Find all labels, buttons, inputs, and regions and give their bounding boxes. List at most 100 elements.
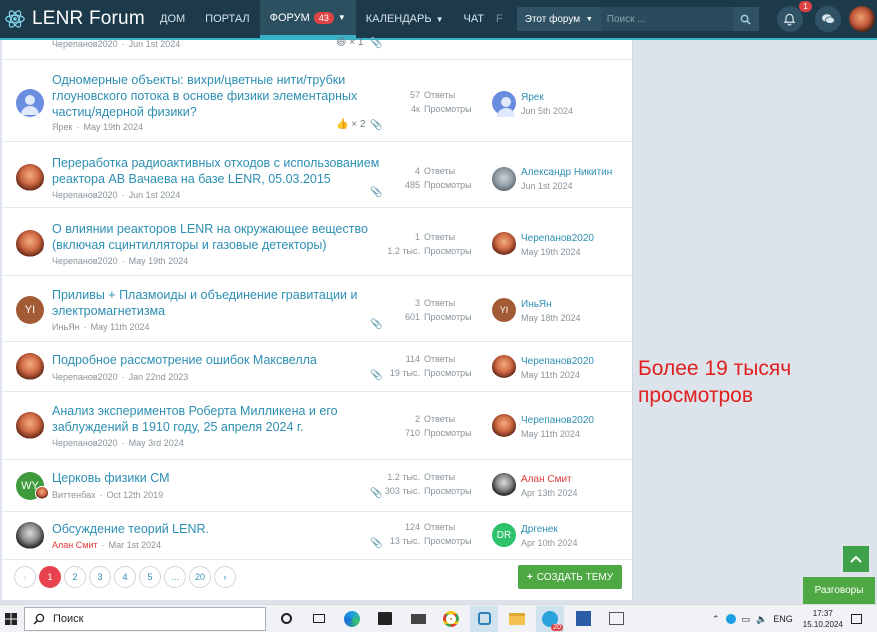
author-avatar[interactable] <box>16 412 44 440</box>
chevron-down-icon[interactable]: ▼ <box>338 13 346 22</box>
last-poster-name[interactable]: Дргенек <box>521 524 558 535</box>
user-avatar[interactable] <box>848 6 875 32</box>
conversations-header-button[interactable] <box>814 6 841 32</box>
task-view-icon[interactable] <box>305 606 333 632</box>
last-poster-avatar[interactable] <box>492 414 516 438</box>
search-button[interactable] <box>732 7 759 31</box>
notification-icon[interactable] <box>850 614 862 624</box>
thread-author[interactable]: Виттенбах <box>52 490 96 500</box>
thread-row[interactable]: Переработка радиоактивных отходов с испо… <box>2 142 633 208</box>
remote-app-icon[interactable] <box>470 605 498 632</box>
nav-forum[interactable]: ФОРУМ 43 ▼ <box>259 0 356 38</box>
store-icon[interactable] <box>371 606 399 632</box>
page-button[interactable]: 5 <box>139 566 161 588</box>
create-thread-button[interactable]: + СОЗДАТЬ ТЕМУ <box>518 565 622 589</box>
last-poster-avatar[interactable]: DR <box>492 523 516 547</box>
reaction-summary[interactable]: 😄 × 1 <box>336 37 363 48</box>
nav-home[interactable]: ДОМ <box>150 0 195 38</box>
last-poster-avatar[interactable] <box>492 167 516 191</box>
chrome-icon[interactable] <box>437 606 465 632</box>
last-poster-name[interactable]: Александр Никитин <box>521 167 612 178</box>
last-poster-avatar[interactable]: YI <box>492 298 516 322</box>
chevron-up-icon[interactable]: ⌃ <box>712 614 720 625</box>
thread-author[interactable]: Алан Смит <box>52 540 98 550</box>
scroll-to-top-button[interactable] <box>843 546 869 572</box>
clock[interactable]: 17:37 15.10.2024 <box>803 608 843 630</box>
thread-author[interactable]: ИньЯн <box>52 322 80 332</box>
co-author-avatar[interactable] <box>35 486 49 500</box>
edge-browser-icon[interactable] <box>338 606 366 632</box>
thread-author[interactable]: Черепанов2020 <box>52 438 118 448</box>
last-poster-avatar[interactable] <box>492 91 516 117</box>
mail-icon[interactable] <box>404 606 432 632</box>
author-avatar[interactable] <box>16 89 44 117</box>
last-post-date[interactable]: May 19th 2024 <box>521 247 581 257</box>
thread-title[interactable]: Анализ экспериментов Роберта Милликена и… <box>52 403 382 435</box>
author-avatar[interactable] <box>16 353 44 381</box>
telegram-icon[interactable]: 20 <box>536 605 564 632</box>
page-button[interactable]: 2 <box>64 566 86 588</box>
thread-author[interactable]: Черепанов2020 <box>52 39 118 49</box>
page-button[interactable]: 3 <box>89 566 111 588</box>
prev-page-button[interactable]: ‹ <box>14 566 36 588</box>
last-poster-name[interactable]: Ярек <box>521 92 544 103</box>
nav-overflow[interactable]: F <box>494 0 509 38</box>
last-poster-avatar[interactable] <box>492 232 516 256</box>
next-page-button[interactable]: › <box>214 566 236 588</box>
page-ellipsis-button[interactable]: … <box>164 566 186 588</box>
nav-chat[interactable]: ЧАТ <box>454 0 495 38</box>
thread-row[interactable]: YI Приливы + Плазмоиды и объединение гра… <box>2 276 633 342</box>
network-icon[interactable]: ▭ <box>742 614 751 625</box>
last-post-date[interactable]: Jun 5th 2024 <box>521 106 573 116</box>
last-post-date[interactable]: May 11th 2024 <box>521 429 580 439</box>
thread-row[interactable]: Обсуждение теорий LENR. Алан Смит · Mar 1s… <box>2 512 633 560</box>
thread-title[interactable]: О влиянии реакторов LENR на окружающее в… <box>52 221 382 253</box>
start-button[interactable] <box>0 605 22 632</box>
thread-author[interactable]: Ярек <box>52 122 72 132</box>
thread-row[interactable]: Анализ экспериментов Роберта Милликена и… <box>2 392 633 460</box>
last-poster-name[interactable]: Черепанов2020 <box>521 233 594 244</box>
thread-title[interactable]: Подробное рассмотрение ошибок Максвелла <box>52 352 382 368</box>
thread-row[interactable]: Одномерные объекты: вихри/цветные нити/т… <box>2 60 633 142</box>
page-button[interactable]: 4 <box>114 566 136 588</box>
thread-title[interactable]: Переработка радиоактивных отходов с испо… <box>52 155 382 187</box>
page-button[interactable]: 1 <box>39 566 61 588</box>
thread-title[interactable]: Одномерные объекты: вихри/цветные нити/т… <box>52 72 382 120</box>
word-icon[interactable] <box>569 606 597 632</box>
network-app-icon[interactable] <box>602 606 630 632</box>
last-post-date[interactable]: Apr 10th 2024 <box>521 538 578 548</box>
thread-row[interactable]: WY Церковь физики СМ Виттенбах · Oct 12th … <box>2 460 633 512</box>
language-indicator[interactable]: ENG <box>773 614 793 624</box>
author-avatar[interactable] <box>16 522 44 550</box>
search-scope-select[interactable]: Этот форум ▼ <box>516 7 601 31</box>
page-button[interactable]: 20 <box>189 566 211 588</box>
last-poster-avatar[interactable] <box>492 355 516 379</box>
last-post-date[interactable]: May 11th 2024 <box>521 370 580 380</box>
last-poster-name[interactable]: Алан Смит <box>521 474 572 485</box>
reaction-summary[interactable]: 👍 × 2 <box>336 119 365 130</box>
edge-tray-icon[interactable] <box>725 614 736 624</box>
volume-icon[interactable]: 🔈 <box>756 614 767 625</box>
cortana-icon[interactable] <box>272 606 300 632</box>
thread-title[interactable]: Приливы + Плазмоиды и объединение гравит… <box>52 287 382 319</box>
thread-row[interactable]: Подробное рассмотрение ошибок Максвелла … <box>2 342 633 392</box>
last-poster-name[interactable]: Черепанов2020 <box>521 415 594 426</box>
search-input[interactable] <box>600 7 733 31</box>
file-explorer-icon[interactable] <box>503 606 531 632</box>
nav-portal[interactable]: ПОРТАЛ <box>195 0 259 38</box>
site-logo[interactable]: LENR Forum <box>0 0 150 38</box>
last-poster-name[interactable]: ИньЯн <box>521 299 552 310</box>
last-post-date[interactable]: Jun 1st 2024 <box>521 181 573 191</box>
thread-title[interactable]: Обсуждение теорий LENR. <box>52 521 382 537</box>
alerts-button[interactable]: 1 <box>776 1 812 32</box>
thread-author[interactable]: Черепанов2020 <box>52 190 118 200</box>
author-avatar[interactable] <box>16 230 44 258</box>
taskbar-search[interactable]: Поиск <box>24 606 266 631</box>
last-poster-avatar[interactable] <box>492 473 516 497</box>
thread-author[interactable]: Черепанов2020 <box>52 256 118 266</box>
thread-author[interactable]: Черепанов2020 <box>52 372 118 382</box>
last-post-date[interactable]: May 18th 2024 <box>521 313 581 323</box>
conversations-button[interactable]: Разговоры <box>803 577 875 604</box>
last-post-date[interactable]: Apr 13th 2024 <box>521 488 578 498</box>
last-poster-name[interactable]: Черепанов2020 <box>521 356 594 367</box>
